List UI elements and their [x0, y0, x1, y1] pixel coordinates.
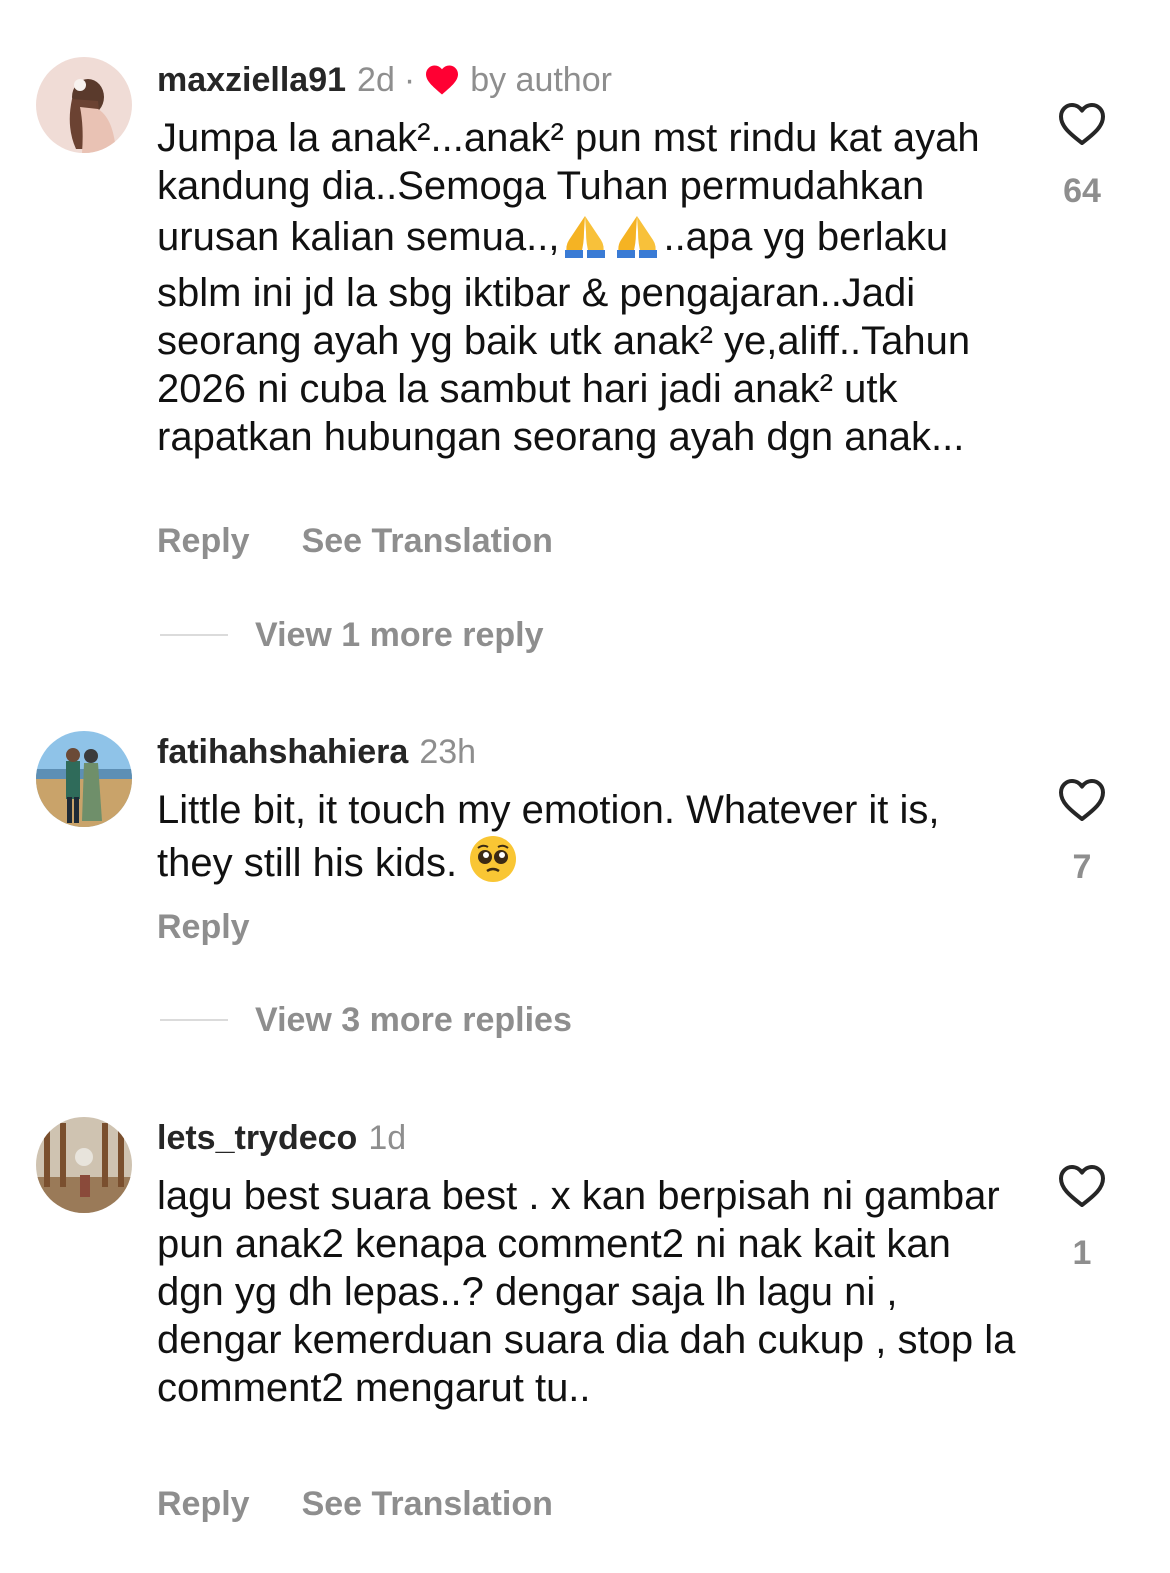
like-count: 1	[1072, 1234, 1092, 1272]
like-count: 7	[1072, 848, 1092, 886]
divider-line	[160, 1019, 228, 1021]
comment-text: lagu best suara best . x kan berpisah ni…	[157, 1172, 1017, 1412]
divider-line	[160, 634, 228, 636]
pleading-face-emoji-icon	[468, 834, 518, 895]
like-count: 64	[1063, 172, 1101, 210]
reply-button[interactable]: Reply	[157, 1485, 250, 1524]
comment-text: Little bit, it touch my emotion. Whateve…	[157, 786, 1017, 895]
username[interactable]: maxziella91	[157, 61, 346, 100]
heart-outline-icon[interactable]	[1058, 102, 1106, 146]
username[interactable]: fatihahshahiera	[157, 733, 408, 772]
avatar[interactable]	[36, 57, 132, 153]
like-button[interactable]: 64	[1036, 102, 1128, 211]
comment-header: maxziella91 2d · by author	[157, 57, 612, 103]
comment-actions: Reply See Translation	[157, 519, 553, 563]
see-translation-button[interactable]: See Translation	[302, 1485, 553, 1524]
timestamp: 23h	[419, 732, 477, 771]
by-author-label: by author	[470, 60, 612, 99]
comment-text: Jumpa la anak²...anak² pun mst rindu kat…	[157, 114, 1017, 461]
like-button[interactable]: 7	[1036, 778, 1128, 887]
comment-actions: Reply See Translation	[157, 1482, 553, 1526]
timestamp: 1d	[368, 1118, 407, 1157]
like-button[interactable]: 1	[1036, 1164, 1128, 1273]
comment-header: fatihahshahiera 23h	[157, 729, 476, 775]
reply-button[interactable]: Reply	[157, 522, 250, 561]
comment-text-part: Little bit, it touch my emotion. Whateve…	[157, 788, 940, 885]
heart-outline-icon[interactable]	[1058, 778, 1106, 822]
view-more-replies-button[interactable]: View 3 more replies	[160, 998, 572, 1042]
comment-header: lets_trydeco 1d	[157, 1115, 406, 1161]
comment-actions: Reply	[157, 905, 250, 949]
comment-text-part: lagu best suara best . x kan berpisah ni…	[157, 1174, 1016, 1410]
author-like-heart-icon	[426, 65, 459, 95]
view-more-replies-button[interactable]: View 1 more reply	[160, 613, 544, 657]
avatar[interactable]	[36, 731, 132, 827]
reply-button[interactable]: Reply	[157, 908, 250, 947]
separator-dot: ·	[403, 60, 416, 99]
username[interactable]: lets_trydeco	[157, 1119, 357, 1158]
folded-hands-emoji-icon	[559, 210, 611, 269]
timestamp: 2d	[357, 60, 395, 99]
view-more-label: View 1 more reply	[255, 615, 544, 654]
folded-hands-emoji-icon	[611, 210, 663, 269]
heart-outline-icon[interactable]	[1058, 1164, 1106, 1208]
see-translation-button[interactable]: See Translation	[302, 522, 553, 561]
avatar[interactable]	[36, 1117, 132, 1213]
view-more-label: View 3 more replies	[255, 1000, 572, 1039]
